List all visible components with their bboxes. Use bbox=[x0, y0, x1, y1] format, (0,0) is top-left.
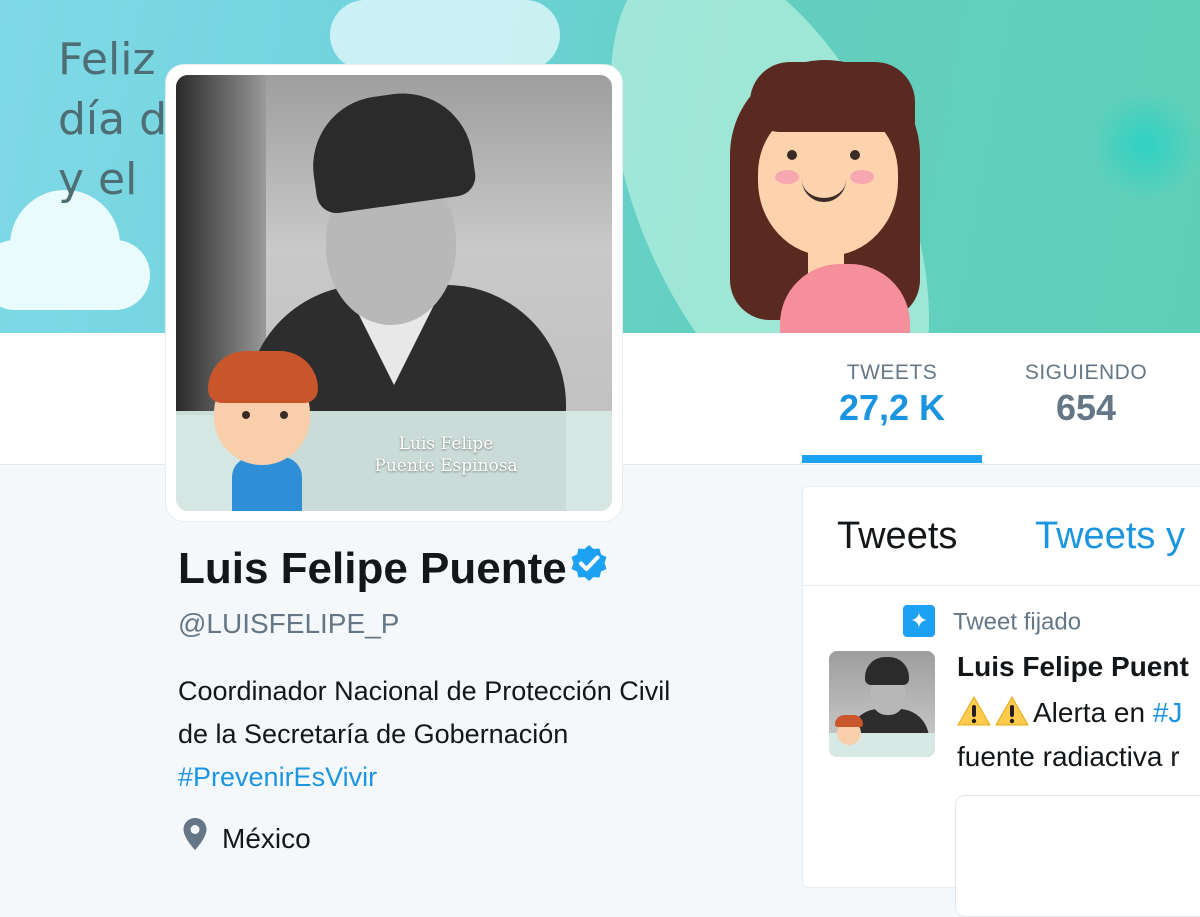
pinned-label-text: Tweet fijado bbox=[953, 608, 1082, 636]
profile-location: México bbox=[182, 817, 311, 861]
bio-line: de la Secretaría de Gobernación bbox=[178, 719, 569, 749]
stat-label: SIGUIENDO bbox=[1024, 361, 1148, 384]
avatar-caption-line: Puente Espinosa bbox=[374, 456, 518, 476]
tweet-text-segment: Alerta en bbox=[1033, 697, 1153, 728]
pin-icon: ✦ bbox=[903, 605, 935, 637]
banner-greeting-line: y el bbox=[58, 154, 138, 205]
profile-name-text: Luis Felipe Puente bbox=[178, 544, 567, 593]
girl-illustration bbox=[720, 48, 940, 333]
banner-cloud bbox=[330, 0, 560, 70]
profile-bio: Coordinador Nacional de Protección Civil… bbox=[178, 670, 778, 799]
stat-tweets[interactable]: TWEETS 27,2 K bbox=[802, 361, 982, 463]
avatar-caption-line: Luis Felipe bbox=[398, 434, 494, 454]
stat-label: TWEETS bbox=[846, 361, 938, 384]
tweet-text-line: fuente radiactiva r bbox=[957, 741, 1180, 772]
tab-tweets-and-replies[interactable]: Tweets y bbox=[1035, 515, 1185, 558]
profile-handle[interactable]: @LUISFELIPE_P bbox=[178, 608, 399, 640]
warning-icon bbox=[995, 695, 1029, 726]
verified-badge-icon bbox=[569, 543, 609, 594]
profile-avatar[interactable]: Luis Felipe Puente Espinosa bbox=[166, 65, 622, 521]
tweet-text: Alerta en #J fuente radiactiva r bbox=[957, 691, 1200, 779]
warning-icon bbox=[957, 695, 991, 726]
tab-tweets[interactable]: Tweets bbox=[837, 515, 957, 558]
banner-cloud bbox=[0, 240, 150, 310]
stat-value: 27,2 K bbox=[838, 387, 946, 428]
timeline-panel: Tweets Tweets y ✦ Tweet fijado Luis Felip… bbox=[802, 486, 1200, 917]
banner-greeting-line: Feliz bbox=[58, 34, 156, 85]
location-text: México bbox=[222, 822, 311, 854]
avatar-photo: Luis Felipe Puente Espinosa bbox=[176, 75, 612, 511]
profile-name[interactable]: Luis Felipe Puente bbox=[178, 544, 609, 597]
tweet-media-card[interactable] bbox=[955, 795, 1200, 917]
tweet-author-avatar[interactable] bbox=[829, 651, 935, 757]
stat-value: 654 bbox=[1055, 387, 1117, 428]
stat-following[interactable]: SIGUIENDO 654 bbox=[996, 361, 1176, 429]
active-tab-indicator bbox=[802, 455, 982, 463]
banner-sparkle bbox=[1090, 90, 1200, 200]
bio-hashtag-link[interactable]: #PrevenirEsVivir bbox=[178, 756, 778, 799]
location-pin-icon bbox=[182, 817, 208, 858]
tweet-hashtag-link[interactable]: #J bbox=[1153, 697, 1183, 728]
avatar-caption: Luis Felipe Puente Espinosa bbox=[346, 433, 546, 477]
tweet-author-name[interactable]: Luis Felipe Puent bbox=[957, 651, 1189, 683]
timeline-tabs: Tweets Tweets y bbox=[803, 487, 1200, 586]
banner-greeting: Feliz día d y el bbox=[58, 30, 167, 210]
bio-line: Coordinador Nacional de Protección Civil bbox=[178, 676, 671, 706]
pinned-tweet-label: ✦ Tweet fijado bbox=[903, 605, 1082, 639]
banner-greeting-line: día d bbox=[58, 94, 168, 145]
